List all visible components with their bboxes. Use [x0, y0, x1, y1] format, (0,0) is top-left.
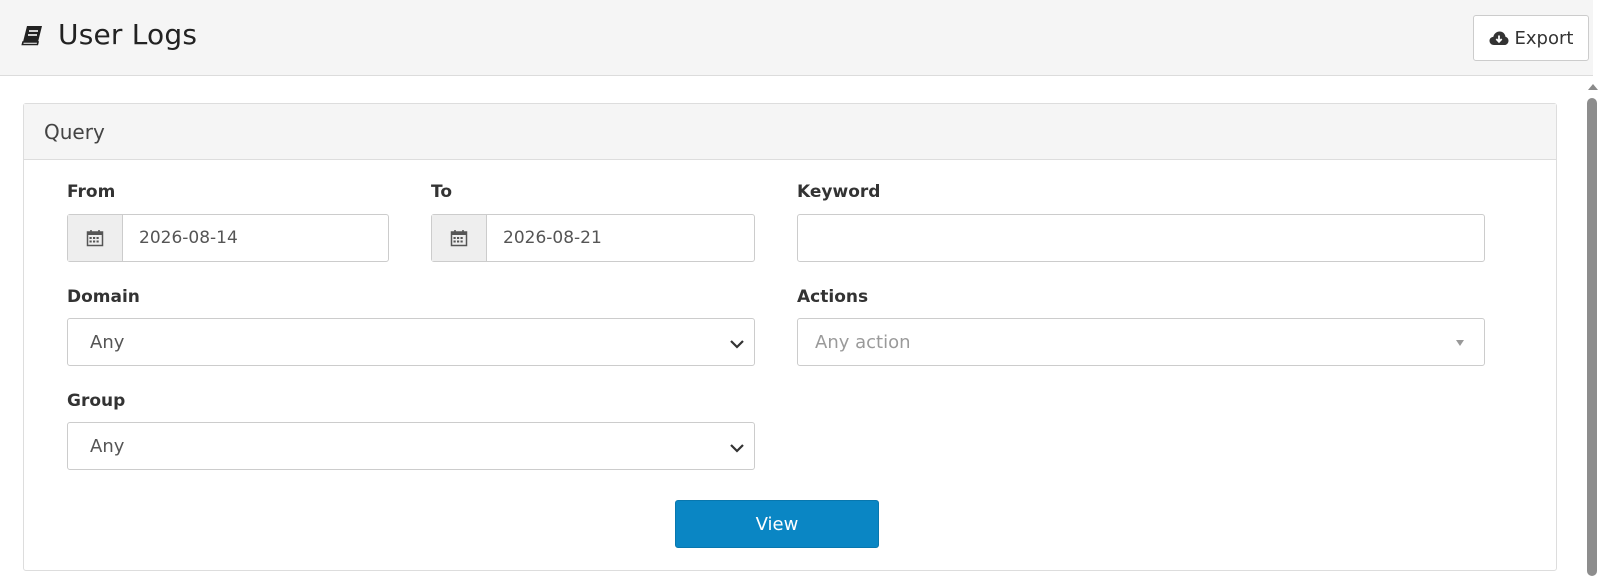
group-label: Group: [67, 391, 126, 411]
page-title-text: User Logs: [58, 18, 198, 51]
domain-select[interactable]: Any: [67, 318, 755, 366]
calendar-icon: [86, 229, 104, 247]
cloud-download-icon: [1489, 30, 1509, 46]
to-date-group: [431, 214, 755, 262]
to-calendar-addon[interactable]: [432, 215, 487, 261]
scrollbar[interactable]: [1585, 76, 1600, 576]
page-title: User Logs: [20, 18, 197, 51]
keyword-input[interactable]: [797, 214, 1485, 262]
export-label: Export: [1514, 27, 1574, 49]
actions-select[interactable]: Any action: [797, 318, 1485, 366]
page-header: User Logs Export: [0, 0, 1593, 76]
book-icon: [20, 23, 44, 47]
export-button[interactable]: Export: [1473, 15, 1589, 61]
from-calendar-addon[interactable]: [68, 215, 123, 261]
to-label: To: [431, 182, 453, 202]
keyword-label: Keyword: [797, 182, 881, 202]
query-panel: Query From To: [23, 103, 1557, 571]
to-date-input[interactable]: [487, 215, 754, 261]
domain-selected-value: Any: [90, 331, 125, 353]
actions-label: Actions: [797, 287, 869, 307]
query-panel-title: Query: [44, 119, 105, 144]
group-select[interactable]: Any: [67, 422, 755, 470]
chevron-down-icon: [728, 335, 746, 349]
from-date-group: [67, 214, 389, 262]
scroll-thumb[interactable]: [1587, 98, 1597, 576]
domain-label: Domain: [67, 287, 140, 307]
calendar-icon: [450, 229, 468, 247]
actions-placeholder: Any action: [815, 331, 911, 353]
view-button[interactable]: View: [675, 500, 879, 548]
caret-down-icon: [1456, 340, 1464, 346]
scroll-up-arrow-icon[interactable]: [1588, 84, 1598, 90]
query-panel-heading: Query: [24, 104, 1556, 160]
chevron-down-icon: [728, 439, 746, 453]
from-date-input[interactable]: [123, 215, 388, 261]
group-selected-value: Any: [90, 435, 125, 457]
from-label: From: [67, 182, 116, 202]
